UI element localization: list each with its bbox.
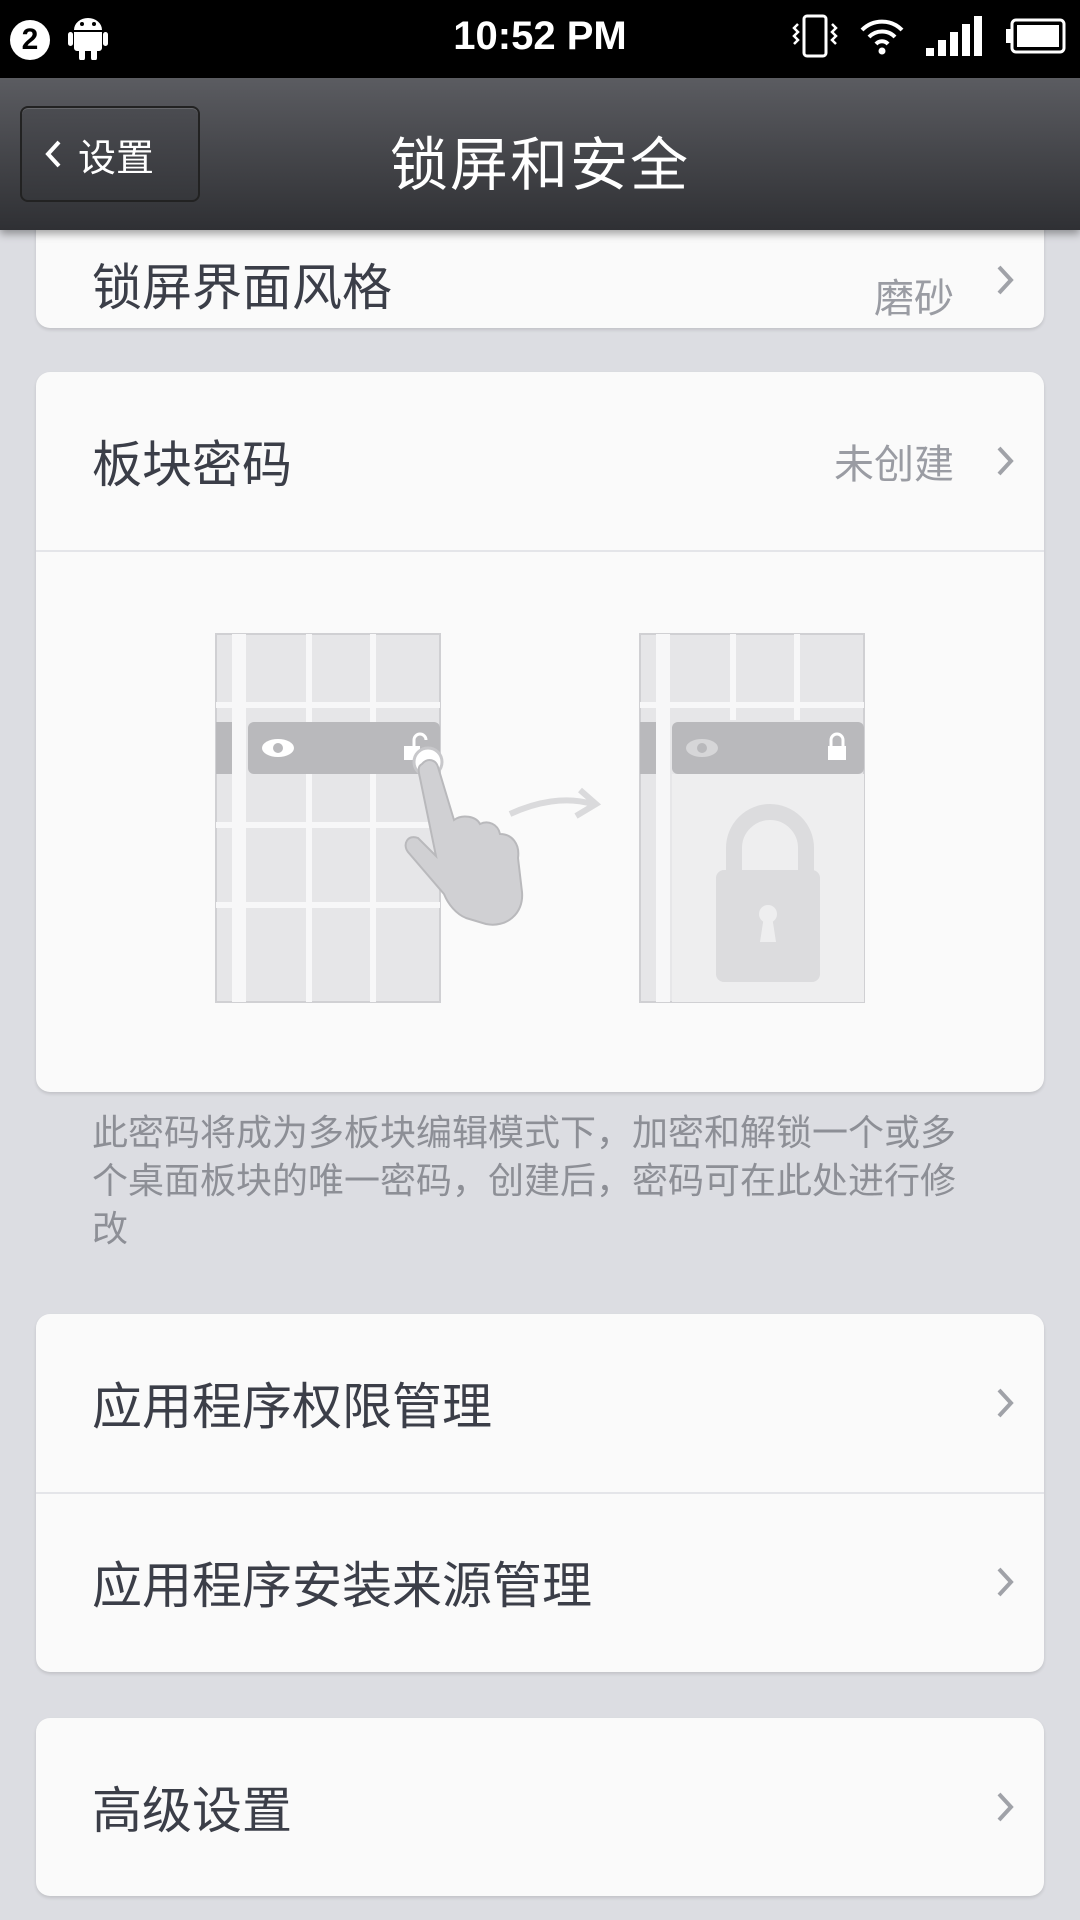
eye-icon	[262, 739, 294, 757]
tile-password-description: 此密码将成为多板块编辑模式下，加密和解锁一个或多个桌面板块的唯一密码，创建后，密…	[92, 1113, 957, 1250]
arrow-icon	[508, 787, 602, 819]
chevron-right-icon	[997, 265, 1014, 295]
install-source-row[interactable]: 应用程序安装来源管理	[36, 1492, 1044, 1670]
advanced-settings-card: 高级设置	[36, 1718, 1044, 1896]
advanced-settings-label: 高级设置	[92, 1782, 292, 1840]
wifi-icon	[860, 19, 904, 55]
locked-tile-panel	[639, 633, 865, 1003]
chevron-right-icon	[997, 1567, 1014, 1597]
chevron-right-icon	[997, 446, 1014, 476]
status-bar: 2 10:52 PM	[0, 0, 1080, 78]
page-title: 锁屏和安全	[389, 131, 690, 199]
advanced-settings-row[interactable]: 高级设置	[36, 1718, 1044, 1896]
eye-icon	[686, 739, 718, 757]
title-bar: 设置 锁屏和安全	[0, 78, 1080, 230]
install-source-label: 应用程序安装来源管理	[92, 1557, 592, 1615]
app-management-card: 应用程序权限管理 应用程序安装来源管理	[36, 1314, 1044, 1672]
vibrate-icon	[792, 14, 838, 58]
app-permission-label: 应用程序权限管理	[92, 1378, 492, 1436]
tile-password-label: 板块密码	[92, 436, 292, 494]
tile-password-card: 板块密码 未创建	[36, 372, 1044, 1092]
lockscreen-style-value: 磨砂	[874, 276, 954, 322]
lockscreen-style-label: 锁屏界面风格	[92, 259, 392, 317]
chevron-right-icon	[997, 1388, 1014, 1418]
app-permission-row[interactable]: 应用程序权限管理	[36, 1314, 1044, 1492]
tile-password-row[interactable]: 板块密码 未创建	[36, 372, 1044, 550]
unlocked-tile-panel	[215, 633, 441, 1003]
tile-password-illustration	[36, 550, 1044, 1092]
tile-password-value: 未创建	[834, 442, 954, 488]
chevron-right-icon	[997, 1792, 1014, 1822]
signal-icon	[926, 16, 982, 56]
battery-icon	[1006, 18, 1066, 54]
